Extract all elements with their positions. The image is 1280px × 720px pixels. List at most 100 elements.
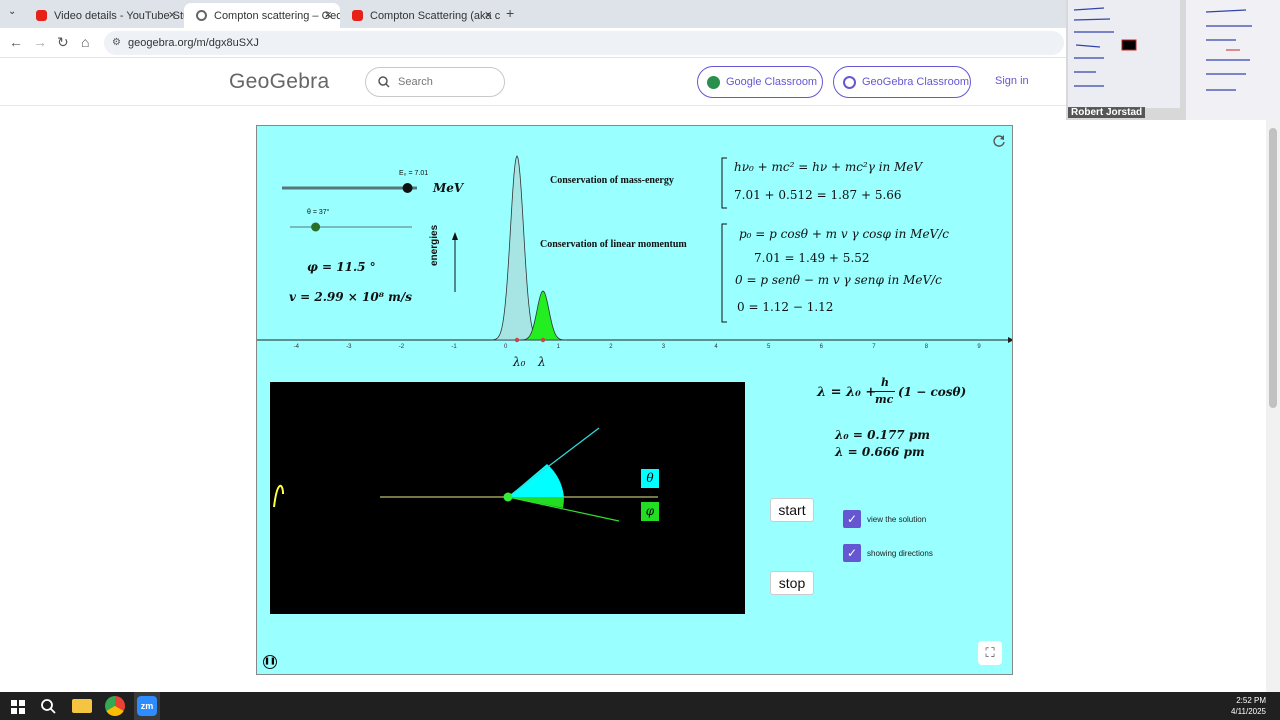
- zoom-video-thumbnail[interactable]: [1066, 0, 1280, 120]
- tab-compton-youtube[interactable]: Compton Scattering (aka c ×: [340, 3, 500, 28]
- sign-in-link[interactable]: Sign in: [995, 75, 1029, 87]
- view-solution-checkbox[interactable]: ✓: [843, 510, 861, 528]
- fullscreen-icon[interactable]: ⛶: [978, 641, 1002, 665]
- google-classroom-icon: [707, 76, 720, 89]
- scrollbar-thumb[interactable]: [1269, 128, 1277, 408]
- showing-directions-label: showing directions: [867, 549, 933, 558]
- pause-icon[interactable]: ❚❚: [263, 655, 277, 669]
- energy-bracket: [721, 157, 727, 209]
- energies-axis-label: energies: [429, 224, 440, 266]
- lambda0-axis-label: λ₀: [513, 355, 526, 369]
- lambda-value: λ = 0.666 pm: [835, 445, 925, 459]
- formula-denominator: mc: [875, 393, 894, 406]
- x-tick-label: 2: [609, 344, 613, 350]
- geogebra-classroom-icon: [843, 76, 856, 89]
- windows-start-icon[interactable]: [8, 696, 28, 716]
- back-arrow-icon[interactable]: ←: [9, 34, 23, 50]
- reload-icon[interactable]: ↻: [57, 34, 69, 51]
- youtube-favicon-icon: [352, 10, 363, 21]
- url-field[interactable]: ⚙ geogebra.org/m/dgx8uSXJ: [104, 31, 1064, 55]
- x-tick-label: -2: [398, 344, 405, 350]
- formula-fraction-bar: [875, 391, 895, 392]
- search-placeholder: Search: [398, 76, 433, 88]
- lambda0-value: λ₀ = 0.177 pm: [835, 428, 930, 442]
- incoming-photon-wave: [273, 484, 284, 508]
- start-button[interactable]: start: [770, 498, 814, 522]
- tab-close-icon[interactable]: ×: [484, 7, 492, 22]
- momentum-heading: Conservation of linear momentum: [540, 239, 687, 250]
- search-input[interactable]: Search: [365, 67, 505, 97]
- stop-button[interactable]: stop: [770, 571, 814, 595]
- tab-title: Compton scattering – GeoGebr: [214, 9, 340, 22]
- tab-title: Compton Scattering (aka c: [370, 9, 500, 22]
- momentum-x-equation: p₀ = p cosθ + m v γ cosφ in MeV/c: [739, 227, 949, 241]
- showing-directions-checkbox[interactable]: ✓: [843, 544, 861, 562]
- tab-close-icon[interactable]: ×: [324, 7, 332, 22]
- phi-legend-box: φ: [641, 502, 659, 521]
- tab-search-chevron-icon[interactable]: ⌄: [8, 6, 16, 17]
- theta-angle-sector: [508, 464, 564, 497]
- formula-rhs: (1 − cosθ): [898, 385, 967, 399]
- incident-wave-peak: [490, 155, 544, 341]
- x-tick-label: 7: [872, 344, 876, 350]
- participant-name: Robert Jorstad: [1068, 107, 1146, 118]
- page-scrollbar[interactable]: [1266, 120, 1280, 692]
- velocity-value: v = 2.99 × 10⁸ m/s: [289, 290, 412, 304]
- phi-value: φ = 11.5 °: [307, 260, 376, 274]
- lambda-axis-label: λ: [538, 355, 546, 369]
- energies-arrowhead: [452, 232, 458, 240]
- zoom-app-icon[interactable]: zm: [137, 696, 157, 716]
- geogebra-classroom-label: GeoGebra Classroom: [862, 76, 969, 88]
- electron-dot[interactable]: [503, 492, 513, 502]
- forward-arrow-icon[interactable]: →: [33, 34, 47, 50]
- file-explorer-icon[interactable]: [72, 699, 92, 713]
- google-classroom-label: Google Classroom: [726, 76, 818, 88]
- energy-slider-label: E₀ = 7.01: [399, 170, 429, 177]
- url-text: geogebra.org/m/dgx8uSXJ: [128, 37, 259, 49]
- theta-slider-label: θ = 37°: [307, 209, 330, 216]
- geogebra-applet[interactable]: E₀ = 7.01 MeV θ = 37° φ = 11.5 ° v = 2.9…: [256, 125, 1013, 675]
- tab-title: Video details - YouTube Studio: [54, 9, 184, 22]
- x-tick-label: 6: [819, 344, 823, 350]
- youtube-favicon-icon: [36, 10, 47, 21]
- home-icon[interactable]: ⌂: [81, 34, 89, 50]
- x-tick-label: 4: [714, 344, 718, 350]
- x-axis-arrow: [1008, 337, 1012, 343]
- x-tick-label: 5: [767, 344, 771, 350]
- whiteboard-writing: [1073, 7, 1252, 91]
- windows-taskbar: zm 2:52 PM 4/11/2025: [0, 692, 1280, 720]
- x-tick-label: 8: [924, 344, 929, 350]
- energy-equation-values: 7.01 + 0.512 = 1.87 + 5.66: [734, 188, 902, 202]
- x-tick-label: 1: [556, 344, 560, 350]
- tab-geogebra[interactable]: Compton scattering – GeoGebr ×: [184, 3, 340, 28]
- taskbar-search-icon[interactable]: [38, 696, 58, 716]
- lambda0-point[interactable]: [514, 337, 520, 343]
- geogebra-logo[interactable]: GeoGebra: [229, 70, 329, 94]
- tab-close-icon[interactable]: ×: [168, 7, 176, 22]
- scattering-scene[interactable]: θ φ: [270, 382, 745, 614]
- google-classroom-button[interactable]: Google Classroom: [697, 66, 823, 98]
- clock-date: 4/11/2025: [1231, 707, 1266, 716]
- theta-legend-box: θ: [641, 469, 659, 488]
- clock-time: 2:52 PM: [1236, 696, 1266, 705]
- system-clock[interactable]: 2:52 PM 4/11/2025: [1231, 695, 1266, 717]
- x-tick-label: -3: [346, 344, 352, 350]
- tab-youtube-studio[interactable]: Video details - YouTube Studio ×: [24, 3, 184, 28]
- chrome-icon[interactable]: [105, 696, 125, 716]
- geogebra-favicon-icon: [196, 10, 207, 21]
- mass-energy-heading: Conservation of mass-energy: [550, 175, 674, 186]
- formula-lhs: λ = λ₀ +: [817, 385, 877, 400]
- energy-equation: hν₀ + mc² = hν + mc²γ in MeV: [734, 160, 923, 174]
- momentum-bracket: [721, 223, 727, 323]
- lambda-point[interactable]: [540, 337, 546, 343]
- x-tick-label: 9: [977, 344, 981, 350]
- x-tick-label: -4: [293, 344, 299, 350]
- theta-slider-knob[interactable]: [311, 222, 321, 232]
- reset-icon[interactable]: [992, 134, 1006, 148]
- energy-slider-knob[interactable]: [402, 183, 413, 193]
- geogebra-classroom-button[interactable]: GeoGebra Classroom: [833, 66, 971, 98]
- momentum-y-equation: 0 = p senθ − m v γ senφ in MeV/c: [735, 273, 942, 287]
- x-tick-label: -1: [451, 344, 457, 350]
- new-tab-plus-icon[interactable]: +: [506, 5, 514, 21]
- site-info-icon[interactable]: ⚙: [112, 31, 121, 55]
